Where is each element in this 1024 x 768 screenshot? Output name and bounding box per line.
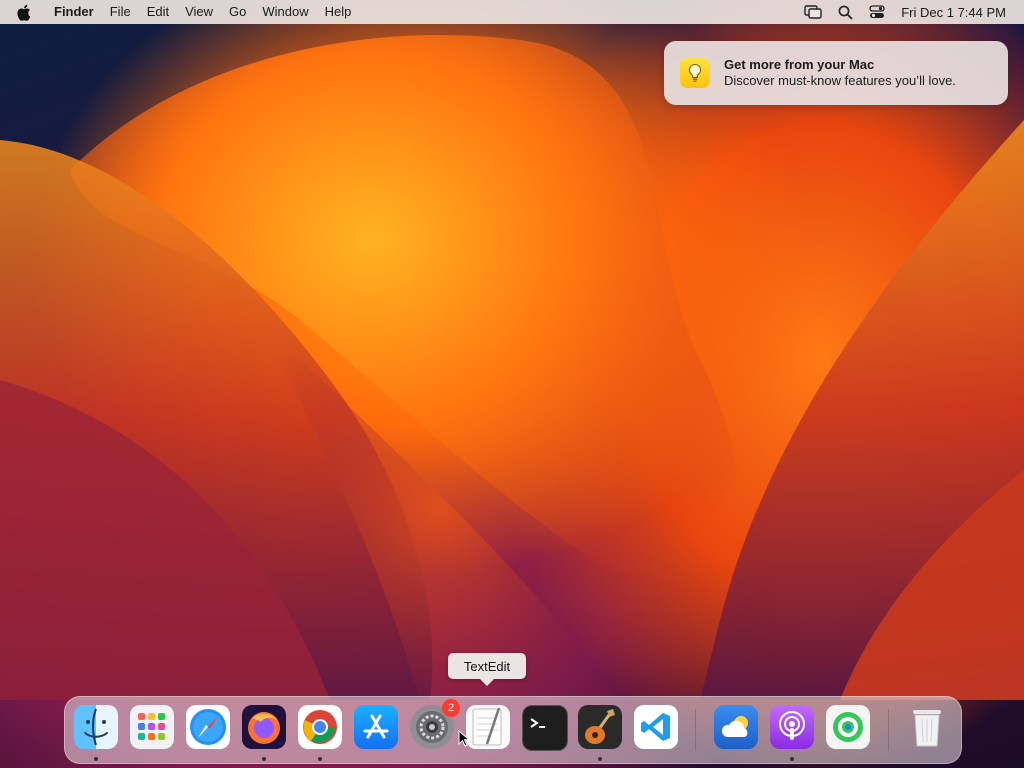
dock-firefox[interactable] — [242, 705, 286, 749]
running-indicator — [262, 757, 266, 761]
dock-find-my[interactable] — [826, 705, 870, 749]
apple-menu-icon[interactable] — [0, 4, 44, 21]
running-indicator — [94, 757, 98, 761]
menu-app-name[interactable]: Finder — [44, 0, 102, 24]
dock-textedit[interactable] — [466, 705, 510, 749]
dock-trash[interactable] — [905, 705, 949, 749]
notification-banner[interactable]: Get more from your Mac Discover must-kno… — [664, 41, 1008, 105]
dock-podcasts[interactable] — [770, 705, 814, 749]
dock-app-store[interactable] — [354, 705, 398, 749]
firefox-icon — [248, 712, 280, 744]
dock: 2 — [64, 696, 962, 764]
dock-vscode[interactable] — [634, 705, 678, 749]
menu-bar: Finder File Edit View Go Window Help Fri… — [0, 0, 1024, 24]
app-store-icon — [363, 714, 389, 739]
menu-clock[interactable]: Fri Dec 1 7:44 PM — [893, 5, 1006, 20]
dock-tooltip-label: TextEdit — [463, 658, 511, 674]
mouse-cursor-icon — [458, 730, 470, 747]
garageband-icon — [585, 709, 615, 744]
menu-window[interactable]: Window — [254, 0, 316, 24]
dock-system-settings[interactable]: 2 — [410, 699, 460, 749]
dock-finder[interactable] — [74, 705, 118, 749]
dock-separator — [888, 709, 889, 751]
find-my-icon — [833, 712, 863, 742]
dock-tooltip: TextEdit — [448, 653, 526, 686]
dock-separator — [695, 709, 696, 751]
menu-edit[interactable]: Edit — [139, 0, 177, 24]
screen-mirroring-icon[interactable] — [796, 5, 830, 19]
tooltip-arrow — [480, 679, 494, 686]
weather-icon — [721, 716, 748, 737]
dock-weather[interactable] — [714, 705, 758, 749]
running-indicator — [318, 757, 322, 761]
menu-view[interactable]: View — [177, 0, 221, 24]
finder-icon — [84, 708, 108, 746]
vscode-icon — [641, 713, 670, 741]
control-center-icon[interactable] — [861, 5, 893, 19]
terminal-icon — [530, 718, 545, 728]
running-indicator — [598, 757, 602, 761]
menu-help[interactable]: Help — [317, 0, 360, 24]
chrome-icon — [303, 710, 337, 744]
dock-safari[interactable] — [186, 705, 230, 749]
lightbulb-icon — [680, 58, 710, 88]
podcasts-icon — [779, 711, 805, 740]
menu-file[interactable]: File — [102, 0, 139, 24]
running-indicator — [790, 757, 794, 761]
menu-go[interactable]: Go — [221, 0, 254, 24]
textedit-icon — [472, 707, 502, 746]
notification-badge: 2 — [442, 699, 460, 717]
trash-icon — [913, 710, 941, 747]
notification-title: Get more from your Mac — [724, 57, 875, 72]
dock-chrome[interactable] — [298, 705, 342, 749]
dock-garageband[interactable] — [578, 705, 622, 749]
notification-body: Discover must-know features you’ll love. — [724, 73, 956, 88]
safari-icon — [190, 709, 226, 745]
dock-terminal[interactable] — [522, 705, 568, 751]
dock-launchpad[interactable] — [130, 705, 174, 749]
launchpad-icon — [138, 713, 165, 740]
spotlight-search-icon[interactable] — [830, 5, 861, 20]
